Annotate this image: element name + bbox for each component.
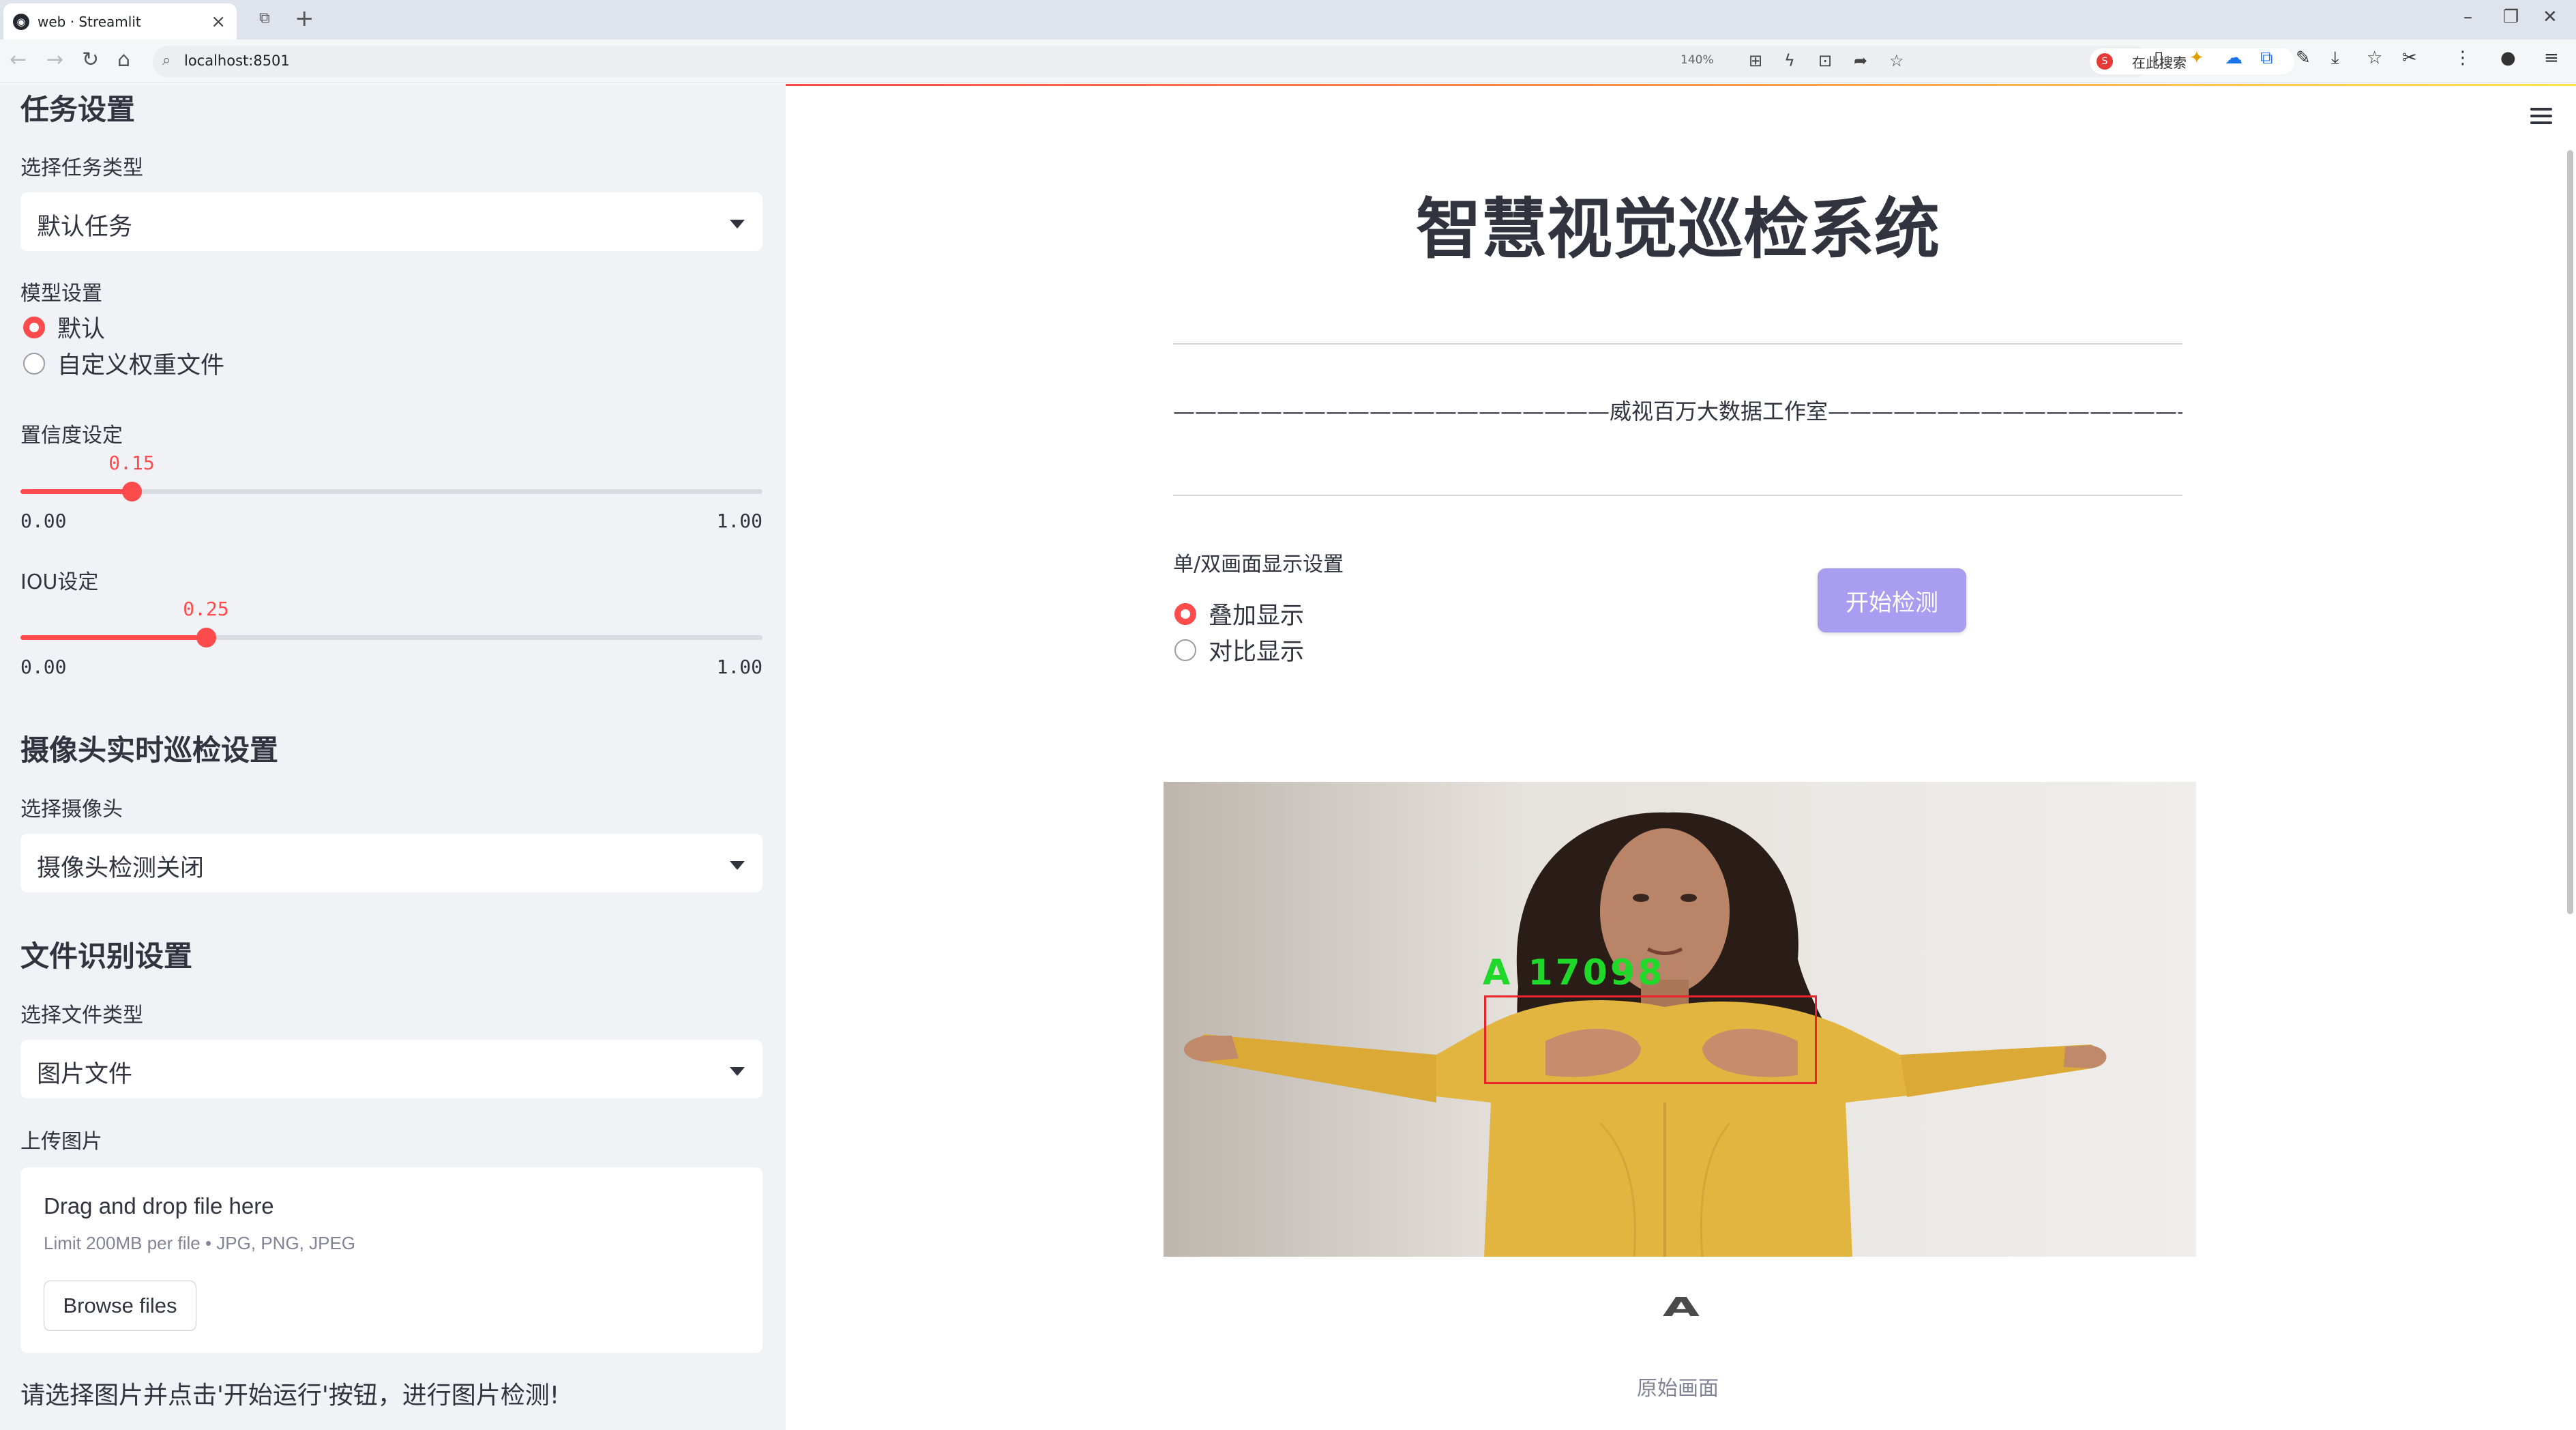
browse-files-button[interactable]: Browse files bbox=[44, 1281, 196, 1331]
home-icon[interactable]: ⌂ bbox=[117, 48, 130, 72]
display-mode-label: 单/双画面显示设置 bbox=[1173, 553, 1344, 577]
browser-tabbar: ◉ web · Streamlit × ⧉ + – ❐ ✕ bbox=[0, 0, 2576, 40]
slider-thumb[interactable] bbox=[196, 628, 216, 647]
chevron-down-icon bbox=[730, 1067, 745, 1076]
restore-icon[interactable]: ❐ bbox=[2503, 7, 2519, 27]
top-decoration bbox=[786, 84, 2576, 86]
extension-cloud-icon[interactable]: ☁ bbox=[2225, 48, 2242, 68]
image-caption: 原始画面 bbox=[1637, 1377, 1719, 1401]
bookmark-star-icon[interactable]: ☆ bbox=[1889, 51, 1904, 70]
slider-thumb[interactable] bbox=[122, 482, 142, 501]
address-bar[interactable]: ⌕ localhost:8501 140% ⊞ ϟ ⊡ ➦ ☆ S 在此搜索 bbox=[153, 46, 2294, 77]
divider bbox=[1173, 343, 2182, 345]
slider-fill bbox=[20, 489, 132, 494]
forward-icon[interactable]: → bbox=[46, 48, 63, 72]
file-type-value: 图片文件 bbox=[37, 1061, 133, 1088]
detection-bounding-box bbox=[1484, 995, 1817, 1084]
translate-icon[interactable]: ⊞ bbox=[1749, 51, 1762, 70]
camera-settings-heading: 摄像头实时巡检设置 bbox=[20, 733, 279, 767]
tab-groups-icon[interactable]: ⧉ bbox=[259, 10, 270, 27]
camera-select-label: 选择摄像头 bbox=[20, 798, 123, 821]
display-option-label: 叠加显示 bbox=[1209, 602, 1305, 630]
display-option-compare[interactable]: 对比显示 bbox=[1174, 632, 1304, 667]
streamlit-favicon-icon: ◉ bbox=[13, 13, 29, 30]
display-option-label: 对比显示 bbox=[1209, 639, 1305, 666]
radio-selected-icon[interactable] bbox=[23, 316, 45, 338]
model-option-default[interactable]: 默认 bbox=[23, 310, 105, 345]
start-detection-button[interactable]: 开始检测 bbox=[1818, 568, 1966, 632]
extension-star-icon[interactable]: ✦ bbox=[2189, 48, 2204, 68]
dropzone-limit: Limit 200MB per file • JPG, PNG, JPEG bbox=[44, 1233, 356, 1253]
display-option-overlay[interactable]: 叠加显示 bbox=[1174, 596, 1304, 631]
file-type-label: 选择文件类型 bbox=[20, 1004, 143, 1027]
slider-fill bbox=[20, 635, 206, 640]
browser-tab[interactable]: ◉ web · Streamlit × bbox=[3, 3, 237, 40]
detection-result-image: A 17098 bbox=[1164, 782, 2196, 1257]
model-option-label: 自定义权重文件 bbox=[57, 352, 225, 379]
camera-value: 摄像头检测关闭 bbox=[37, 855, 205, 882]
more-menu-icon[interactable]: ⋮ bbox=[2454, 48, 2472, 68]
site-info-icon[interactable]: ⌕ bbox=[162, 52, 171, 69]
slider-max: 1.00 bbox=[716, 656, 763, 678]
model-settings-label: 模型设置 bbox=[20, 282, 102, 306]
file-dropzone[interactable]: Drag and drop file here Limit 200MB per … bbox=[20, 1167, 763, 1353]
camera-select[interactable]: 摄像头检测关闭 bbox=[20, 834, 763, 892]
back-icon[interactable]: ← bbox=[10, 48, 27, 72]
detection-label: A 17098 bbox=[1483, 952, 1665, 993]
task-type-select[interactable]: 默认任务 bbox=[20, 192, 763, 251]
url-text[interactable]: localhost:8501 bbox=[184, 53, 290, 69]
task-type-value: 默认任务 bbox=[37, 214, 133, 241]
reload-icon[interactable]: ↻ bbox=[82, 48, 99, 72]
download-icon[interactable]: ⤓ bbox=[2331, 48, 2339, 69]
favorites-icon[interactable]: ☆ bbox=[2367, 48, 2382, 68]
radio-selected-icon[interactable] bbox=[1174, 602, 1196, 625]
zoom-level[interactable]: 140% bbox=[1681, 53, 1714, 67]
confidence-label: 置信度设定 bbox=[20, 424, 123, 448]
slider-max: 1.00 bbox=[716, 510, 763, 532]
close-window-icon[interactable]: ✕ bbox=[2543, 7, 2558, 27]
slider-min: 0.00 bbox=[20, 510, 67, 532]
slider-min: 0.00 bbox=[20, 656, 67, 678]
file-settings-heading: 文件识别设置 bbox=[20, 939, 193, 973]
close-tab-icon[interactable]: × bbox=[211, 12, 226, 32]
extension-pen-icon[interactable]: ✎ bbox=[2296, 48, 2311, 68]
screenshot-icon[interactable]: ⊡ bbox=[1818, 51, 1832, 70]
share-icon[interactable]: ➦ bbox=[1854, 51, 1867, 70]
model-option-custom[interactable]: 自定义权重文件 bbox=[23, 346, 224, 381]
upload-hint: 请选择图片并点击'开始运行'按钮，进行图片检测! bbox=[20, 1382, 560, 1410]
reader-icon[interactable]: ▯ bbox=[2154, 48, 2163, 68]
studio-banner: ————————————————————威视百万大数据工作室——————————… bbox=[1173, 398, 2182, 424]
result-letter: A bbox=[1662, 1292, 1700, 1323]
extension-translate-icon[interactable]: ⧉ bbox=[2260, 48, 2273, 69]
divider bbox=[1173, 495, 2182, 496]
tab-title: web · Streamlit bbox=[38, 13, 141, 30]
minimize-icon[interactable]: – bbox=[2463, 7, 2472, 27]
task-type-label: 选择任务类型 bbox=[20, 156, 143, 180]
iou-label: IOU设定 bbox=[20, 570, 99, 594]
radio-unselected-icon[interactable] bbox=[1174, 639, 1196, 661]
slider-value: 0.15 bbox=[108, 452, 155, 474]
radio-unselected-icon[interactable] bbox=[23, 352, 45, 375]
task-settings-heading: 任务设置 bbox=[20, 93, 136, 126]
browser-menu-icon[interactable]: ≡ bbox=[2544, 48, 2559, 68]
model-option-label: 默认 bbox=[57, 316, 106, 343]
app-menu-icon[interactable] bbox=[2530, 108, 2552, 124]
scrollbar[interactable] bbox=[2567, 150, 2573, 914]
search-engine-icon[interactable]: S bbox=[2097, 53, 2113, 70]
file-type-select[interactable]: 图片文件 bbox=[20, 1040, 763, 1098]
chevron-down-icon bbox=[730, 220, 745, 229]
dropzone-title: Drag and drop file here bbox=[44, 1193, 274, 1219]
address-toolbar: ← → ↻ ⌂ ⌕ localhost:8501 140% ⊞ ϟ ⊡ ➦ ☆ … bbox=[0, 40, 2576, 83]
slider-value: 0.25 bbox=[183, 598, 229, 620]
upload-label: 上传图片 bbox=[20, 1130, 102, 1154]
page-title: 智慧视觉巡检系统 bbox=[1416, 191, 1940, 267]
profile-avatar-icon[interactable]: ● bbox=[2500, 48, 2516, 68]
new-tab-icon[interactable]: + bbox=[295, 5, 314, 32]
scissors-icon[interactable]: ✂ bbox=[2402, 48, 2417, 68]
lightning-icon[interactable]: ϟ bbox=[1784, 51, 1795, 70]
chevron-down-icon bbox=[730, 861, 745, 870]
sidebar: 任务设置 选择任务类型 默认任务 模型设置 默认 自定义权重文件 置信度设定 0… bbox=[0, 84, 786, 1430]
